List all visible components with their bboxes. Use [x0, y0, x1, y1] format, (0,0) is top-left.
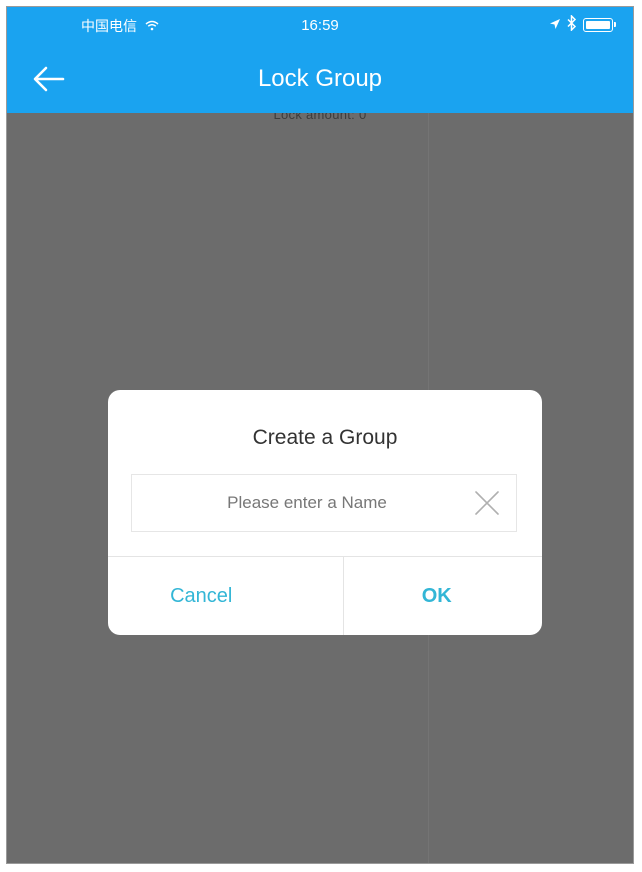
- battery-fill: [586, 21, 610, 29]
- dialog-title: Create a Group: [252, 426, 398, 449]
- navigation-bar: Lock Group: [7, 43, 633, 113]
- dialog-actions: Cancel OK: [108, 556, 542, 635]
- status-time: 16:59: [301, 17, 339, 34]
- phone-screen: Lock amount: 0 中国电信 16:59 Lock Group Cre…: [6, 6, 634, 864]
- battery-icon: [583, 18, 616, 32]
- group-name-input[interactable]: [132, 475, 462, 531]
- create-group-dialog: Create a Group Cancel OK: [108, 390, 542, 635]
- cancel-label: Cancel: [170, 584, 233, 607]
- ok-button[interactable]: OK: [344, 557, 543, 635]
- app-header: 中国电信 16:59 Lock Group: [7, 7, 633, 113]
- ok-label: OK: [421, 584, 452, 607]
- bluetooth-icon: [567, 14, 577, 35]
- page-title: Lock Group: [257, 65, 383, 92]
- status-bar: 中国电信 16:59: [7, 7, 633, 43]
- close-icon: [475, 491, 499, 515]
- group-name-field: [131, 474, 517, 532]
- status-icons: [549, 14, 616, 35]
- clear-input-button[interactable]: [472, 488, 502, 518]
- cancel-button[interactable]: Cancel: [108, 557, 344, 635]
- location-arrow-icon: [549, 16, 561, 34]
